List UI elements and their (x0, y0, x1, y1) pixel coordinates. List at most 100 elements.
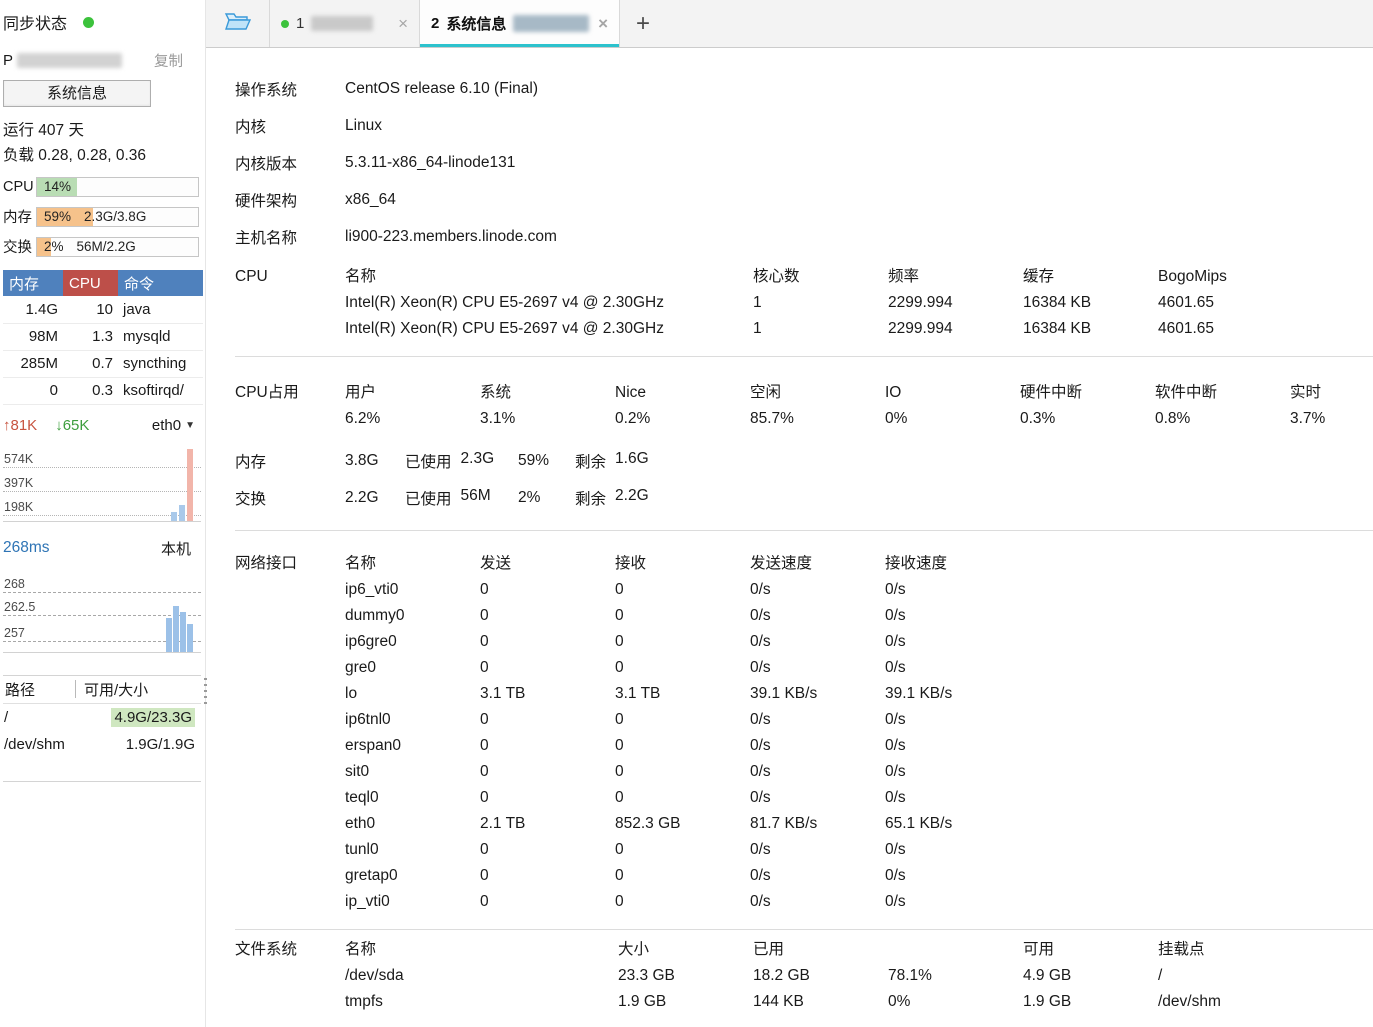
iface-sent: 0 (480, 603, 615, 629)
iface-send-rate: 0/s (750, 889, 885, 915)
cpu-row: Intel(R) Xeon(R) CPU E5-2697 v4 @ 2.30GH… (345, 290, 1293, 316)
iface-sent: 0 (480, 785, 615, 811)
process-memory: 98M (3, 323, 63, 350)
info-row: 硬件架构 x86_64 (235, 181, 1373, 218)
iface-send-rate: 0/s (750, 707, 885, 733)
iface-sent: 2.1 TB (480, 811, 615, 837)
tab2-label: 系统信息 (446, 13, 506, 34)
disk-header-size[interactable]: 可用/大小 (84, 679, 148, 700)
fs-name: /dev/sda (345, 963, 618, 989)
sidebar-monitor-panel: 同步状态 P 复制 系统信息 运行 407 天 负载 0.28, 0.28, 0… (0, 0, 206, 1027)
panel-splitter-handle[interactable] (204, 678, 207, 704)
iface-name: ip6tnl0 (345, 707, 480, 733)
memory-used-label: 已使用 (405, 450, 452, 472)
iface-name: eth0 (345, 811, 480, 837)
chevron-down-icon[interactable]: ▼ (185, 420, 195, 431)
tab-bar: 1 × 2 系统信息 × + (206, 0, 1373, 48)
system-info-button[interactable]: 系统信息 (3, 80, 151, 107)
process-header-cpu[interactable]: CPU (63, 270, 118, 296)
network-row: teql0 0 0 0/s 0/s (345, 785, 1020, 811)
close-icon[interactable]: × (398, 15, 408, 32)
iface-receive-rate: 0/s (885, 603, 1020, 629)
process-command: mysqld (118, 323, 203, 350)
network-col-header: 接收速度 (885, 551, 1020, 577)
net-scale-3: 198K (4, 500, 38, 514)
info-row: 内核 Linux (235, 107, 1373, 144)
info-label: 操作系统 (235, 78, 345, 100)
fs-col-size: 大小 (618, 937, 753, 963)
memory-total: 3.8G (345, 452, 405, 470)
cpu-name: Intel(R) Xeon(R) CPU E5-2697 v4 @ 2.30GH… (345, 290, 753, 316)
close-icon[interactable]: × (598, 15, 608, 32)
cpu-table-header: 名称 核心数 频率 缓存 BogoMips (345, 264, 1293, 290)
cpu-cores: 1 (753, 316, 888, 342)
process-row[interactable]: 285M 0.7 syncthing (3, 350, 203, 377)
ping-scale-1: 268 (4, 577, 30, 591)
network-row: eth0 2.1 TB 852.3 GB 81.7 KB/s 65.1 KB/s (345, 811, 1020, 837)
cpu-meter-row: CPU 14% (3, 176, 205, 197)
process-cpu: 0.7 (63, 350, 118, 377)
memory-meter-row: 内存 59%2.3G/3.8G (3, 206, 205, 227)
usage-header: 用户 (345, 380, 480, 406)
iface-received: 0 (615, 733, 750, 759)
process-row[interactable]: 1.4G 10 java (3, 296, 203, 323)
disk-usage-table: 路径 可用/大小 / 4.9G/23.3G /dev/shm 1.9G/1.9G (3, 675, 201, 782)
iface-receive-rate: 0/s (885, 733, 1020, 759)
open-folder-button[interactable] (206, 0, 270, 47)
iface-send-rate: 0/s (750, 863, 885, 889)
usage-value: 3.7% (1290, 406, 1373, 432)
info-value: x86_64 (345, 191, 396, 209)
fs-mountpoint: /dev/shm (1158, 989, 1293, 1015)
info-label: 内核版本 (235, 152, 345, 174)
usage-value: 85.7% (750, 406, 885, 432)
iface-sent: 0 (480, 863, 615, 889)
info-row: 操作系统 CentOS release 6.10 (Final) (235, 70, 1373, 107)
network-table-rows: ip6_vti0 0 0 0/s 0/s dummy0 0 0 (345, 577, 1020, 915)
disk-row-shm[interactable]: /dev/shm 1.9G/1.9G (3, 731, 201, 758)
iface-name: ip6gre0 (345, 629, 480, 655)
memory-free: 1.6G (615, 450, 649, 472)
network-row: gretap0 0 0 0/s 0/s (345, 863, 1020, 889)
tab-system-info[interactable]: 2 系统信息 × (420, 0, 620, 47)
memory-usage-meter: 59%2.3G/3.8G (36, 207, 199, 227)
iface-send-rate: 0/s (750, 577, 885, 603)
tab-session-1[interactable]: 1 × (270, 0, 420, 47)
ping-bar (180, 612, 186, 652)
swap-label: 交换 (235, 487, 345, 509)
ip-label: P (3, 52, 13, 69)
new-tab-button[interactable]: + (620, 0, 666, 47)
interface-selector[interactable]: eth0 (152, 417, 181, 434)
fs-name: tmpfs (345, 989, 618, 1015)
sync-status-green-dot-icon (83, 17, 94, 28)
process-header-memory[interactable]: 内存 (3, 270, 63, 296)
process-row[interactable]: 0 0.3 ksoftirqd/ (3, 377, 203, 404)
process-command: syncthing (118, 350, 203, 377)
info-value: 5.3.11-x86_64-linode131 (345, 154, 515, 172)
process-header-command[interactable]: 命令 (118, 270, 203, 296)
iface-sent: 0 (480, 629, 615, 655)
usage-value: 6.2% (345, 406, 480, 432)
process-row[interactable]: 98M 1.3 mysqld (3, 323, 203, 350)
copy-ip-button[interactable]: 复制 (154, 50, 183, 71)
cpu-frequency: 2299.994 (888, 290, 1023, 316)
iface-name: ip_vti0 (345, 889, 480, 915)
iface-sent: 0 (480, 889, 615, 915)
memory-meter-label: 内存 (3, 206, 36, 227)
cpu-table: 名称 核心数 频率 缓存 BogoMips Intel(R) Xeon(R) C… (345, 264, 1293, 342)
fs-col-available: 可用 (1023, 937, 1158, 963)
network-row: erspan0 0 0 0/s 0/s (345, 733, 1020, 759)
net-bar (179, 505, 185, 521)
disk-header-path[interactable]: 路径 (3, 679, 75, 700)
info-label: 内核 (235, 115, 345, 137)
ping-target-label[interactable]: 本机 (161, 538, 191, 559)
cpu-usage-column: 系统 3.1% (480, 380, 615, 432)
iface-sent: 0 (480, 707, 615, 733)
filesystem-row: tmpfs 1.9 GB 144 KB 0% 1.9 GB /dev/shm (345, 989, 1293, 1015)
iface-received: 0 (615, 759, 750, 785)
network-section-label: 网络接口 (235, 551, 345, 915)
disk-row-root[interactable]: / 4.9G/23.3G (3, 704, 201, 731)
cpu-usage-columns: 用户 6.2% 系统 3.1% Nice 0.2% (345, 380, 1373, 432)
tab1-number: 1 (296, 15, 304, 32)
fs-available: 4.9 GB (1023, 963, 1158, 989)
iface-sent: 3.1 TB (480, 681, 615, 707)
